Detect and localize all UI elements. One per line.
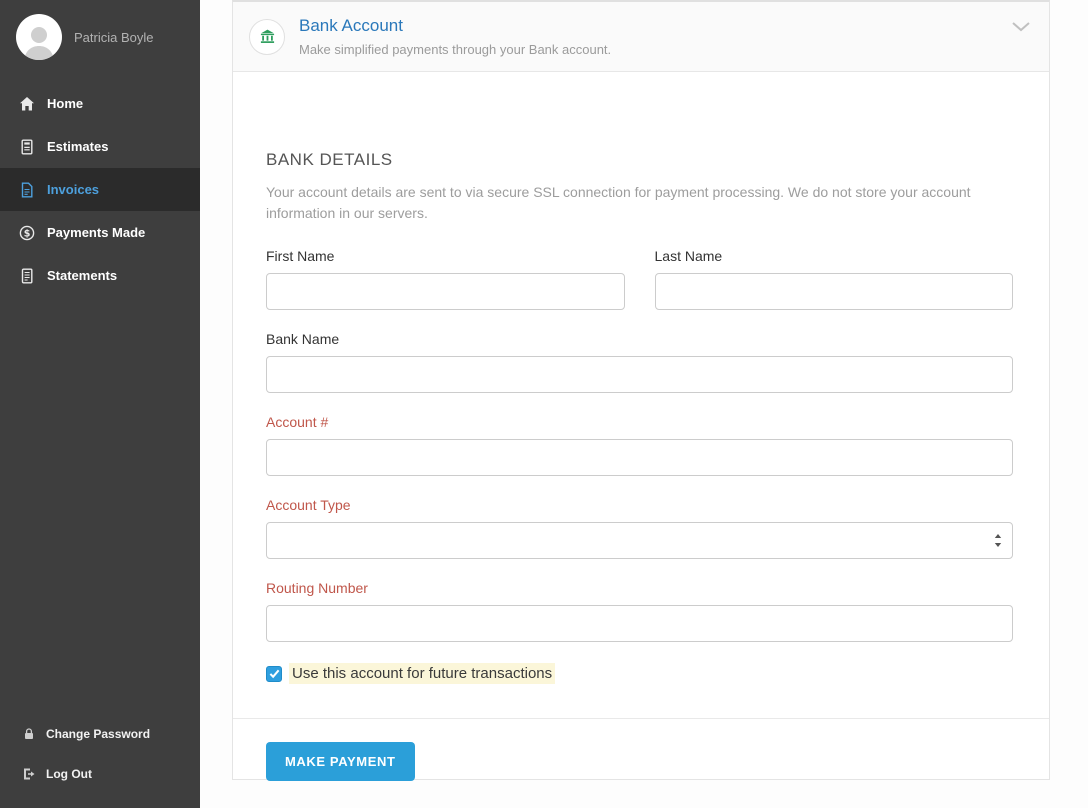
first-name-input[interactable] — [266, 273, 625, 310]
sidebar-nav: Home Estimates Invoices — [0, 82, 200, 297]
future-transactions-row: Use this account for future transactions — [266, 663, 1013, 684]
bank-name-field: Bank Name — [266, 331, 1013, 393]
future-transactions-label: Use this account for future transactions — [289, 663, 555, 684]
sidebar-item-label: Statements — [47, 268, 117, 283]
last-name-label: Last Name — [655, 248, 1014, 264]
bank-icon — [249, 19, 285, 55]
log-out-button[interactable]: Log Out — [0, 754, 200, 794]
sidebar-item-label: Home — [47, 96, 83, 111]
last-name-input[interactable] — [655, 273, 1014, 310]
sidebar-item-invoices[interactable]: Invoices — [0, 168, 200, 211]
sidebar-footer: Change Password Log Out — [0, 714, 200, 808]
bank-name-label: Bank Name — [266, 331, 1013, 347]
svg-text:$: $ — [24, 228, 31, 239]
account-number-input[interactable] — [266, 439, 1013, 476]
sidebar: Patricia Boyle Home Estimates — [0, 0, 200, 808]
logout-icon — [22, 767, 36, 781]
future-transactions-checkbox[interactable] — [266, 666, 282, 682]
account-type-select[interactable] — [266, 522, 1013, 559]
routing-number-label: Routing Number — [266, 580, 1013, 596]
page-subtitle: Make simplified payments through your Ba… — [299, 42, 1011, 57]
account-type-field: Account Type — [266, 497, 1013, 559]
avatar — [16, 14, 62, 60]
sidebar-item-label: Invoices — [47, 182, 99, 197]
first-name-label: First Name — [266, 248, 625, 264]
payments-icon: $ — [19, 225, 35, 241]
footer-item-label: Log Out — [46, 767, 92, 781]
person-icon — [16, 18, 62, 60]
bank-account-header[interactable]: Bank Account Make simplified payments th… — [233, 2, 1049, 72]
routing-number-input[interactable] — [266, 605, 1013, 642]
section-description: Your account details are sent to via sec… — [266, 182, 1013, 224]
account-number-label: Account # — [266, 414, 1013, 430]
first-name-field: First Name — [266, 248, 625, 310]
home-icon — [19, 96, 35, 112]
section-title: BANK DETAILS — [266, 150, 1013, 170]
routing-number-field: Routing Number — [266, 580, 1013, 642]
divider — [233, 718, 1049, 719]
page-title: Bank Account — [299, 16, 1011, 36]
sidebar-item-home[interactable]: Home — [0, 82, 200, 125]
lock-icon — [22, 727, 36, 741]
payment-card: Bank Account Make simplified payments th… — [232, 0, 1050, 780]
user-block: Patricia Boyle — [0, 0, 200, 76]
sidebar-spacer — [0, 297, 200, 714]
account-type-label: Account Type — [266, 497, 1013, 513]
sidebar-item-payments-made[interactable]: $ Payments Made — [0, 211, 200, 254]
change-password-button[interactable]: Change Password — [0, 714, 200, 754]
estimates-icon — [19, 139, 35, 155]
header-text: Bank Account Make simplified payments th… — [299, 16, 1011, 57]
make-payment-button[interactable]: MAKE PAYMENT — [266, 742, 415, 781]
statements-icon — [19, 268, 35, 284]
sidebar-item-label: Estimates — [47, 139, 108, 154]
sidebar-item-statements[interactable]: Statements — [0, 254, 200, 297]
chevron-down-icon[interactable] — [1011, 20, 1031, 32]
sidebar-item-estimates[interactable]: Estimates — [0, 125, 200, 168]
last-name-field: Last Name — [655, 248, 1014, 310]
invoices-icon — [19, 182, 35, 198]
sidebar-item-label: Payments Made — [47, 225, 145, 240]
check-icon — [269, 668, 280, 679]
main-content: Bank Account Make simplified payments th… — [200, 0, 1088, 808]
user-name: Patricia Boyle — [74, 30, 153, 45]
account-number-field: Account # — [266, 414, 1013, 476]
bank-details-form: BANK DETAILS Your account details are se… — [233, 72, 1049, 781]
footer-item-label: Change Password — [46, 727, 150, 741]
bank-name-input[interactable] — [266, 356, 1013, 393]
